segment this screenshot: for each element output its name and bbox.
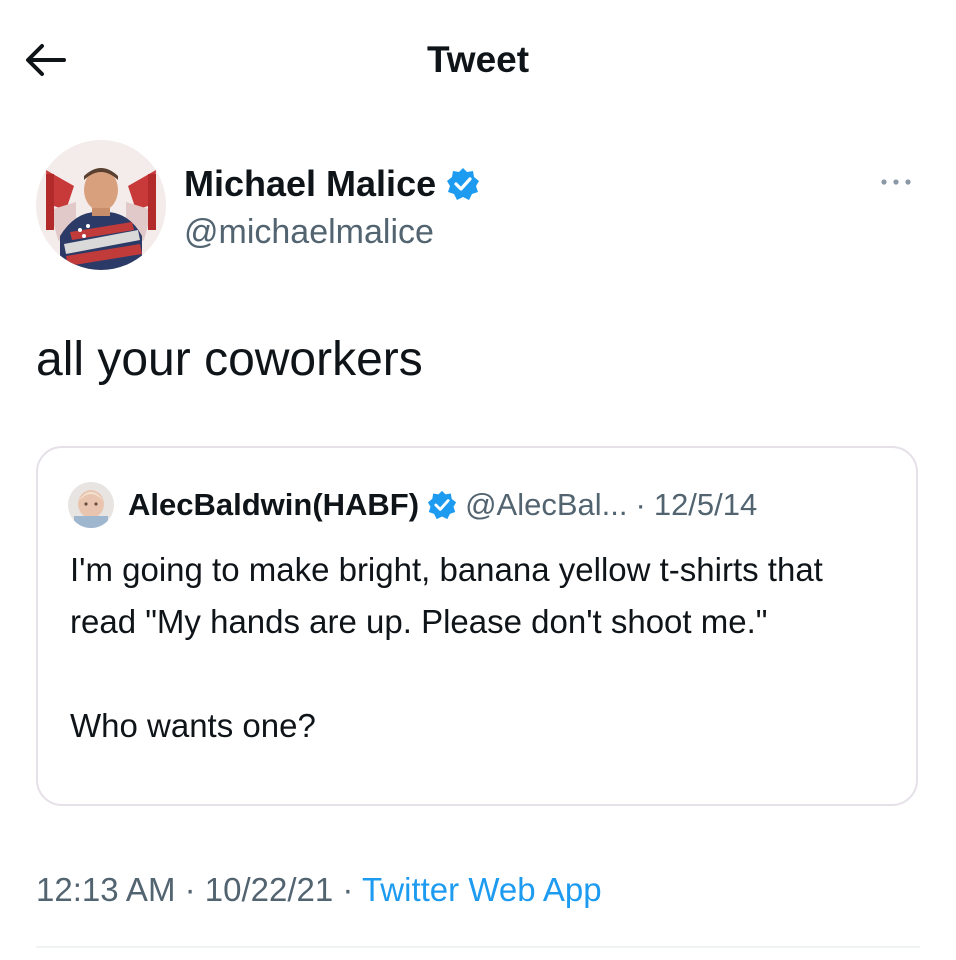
more-dots-icon <box>881 179 911 185</box>
more-options-button[interactable] <box>866 160 926 204</box>
divider <box>36 946 920 948</box>
tweet-text: all your coworkers <box>36 333 423 386</box>
author-name[interactable]: Michael Malice <box>184 162 480 206</box>
quoted-paragraph: I'm going to make bright, banana yellow … <box>70 551 823 640</box>
tweet-time: 12:13 AM <box>36 871 176 908</box>
quoted-avatar-image <box>68 482 114 528</box>
separator-dot: · <box>333 871 362 908</box>
author-handle[interactable]: @michaelmalice <box>184 210 434 254</box>
author-name-text: Michael Malice <box>184 163 437 204</box>
verified-badge-icon <box>427 490 457 520</box>
quoted-tweet-text: I'm going to make bright, banana yellow … <box>70 544 890 752</box>
avatar[interactable] <box>36 140 166 270</box>
page-title: Tweet <box>426 39 530 80</box>
quoted-tweet[interactable]: AlecBaldwin(HABF) @AlecBal... · 12/5/14 … <box>36 446 918 806</box>
avatar-image <box>36 140 166 270</box>
quoted-date: 12/5/14 <box>653 487 758 522</box>
quoted-author-name: AlecBaldwin(HABF) <box>128 487 420 522</box>
quoted-tweet-header: AlecBaldwin(HABF) @AlecBal... · 12/5/14 <box>68 482 757 528</box>
quoted-author-handle: @AlecBal... <box>465 487 628 522</box>
tweet-author: Michael Malice @michaelmalice <box>36 140 926 275</box>
quoted-paragraph: Who wants one? <box>70 707 316 744</box>
separator-dot: · <box>175 871 205 908</box>
tweet-source-link[interactable]: Twitter Web App <box>362 871 602 908</box>
verified-badge-icon <box>447 168 480 200</box>
tweet-date: 10/22/21 <box>204 871 334 908</box>
separator-dot: · <box>635 487 646 522</box>
top-bar: Tweet <box>0 0 956 120</box>
tweet-metadata: 12:13 AM · 10/22/21 · Twitter Web App <box>36 868 602 912</box>
quoted-avatar <box>68 482 114 528</box>
